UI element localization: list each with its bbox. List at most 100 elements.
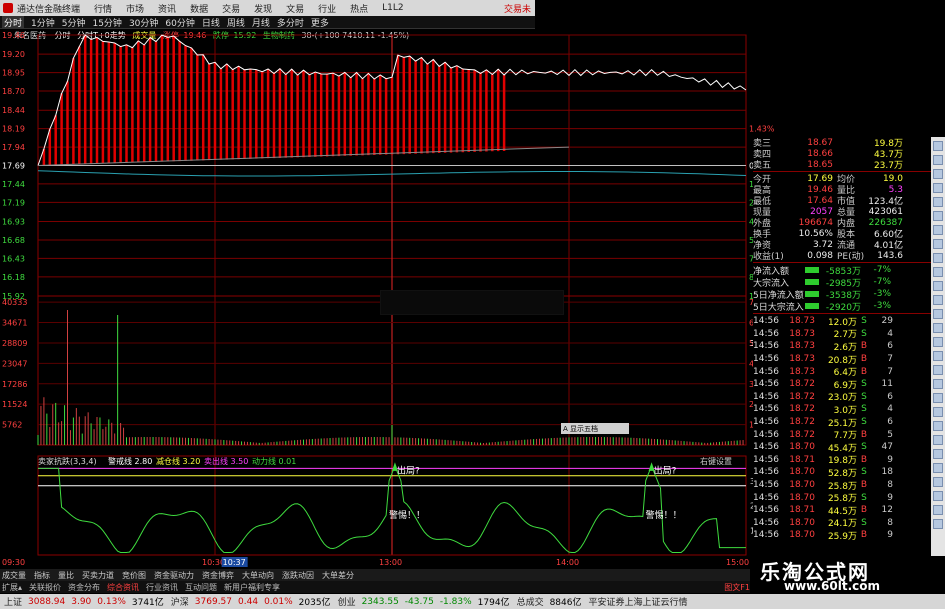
tick-volume: 12.0万 [827, 317, 857, 328]
tab-welfare[interactable]: 新用户福利专享 [224, 582, 280, 593]
tab-industry-news[interactable]: 行业资讯 [146, 582, 178, 593]
flow-pct: -3% [873, 301, 891, 311]
tab-indicator[interactable]: 指标 [34, 570, 50, 581]
tool-icon[interactable] [933, 183, 943, 193]
index-hs-name[interactable]: 沪深 [171, 595, 189, 608]
tool-icon[interactable] [933, 225, 943, 235]
fund-flows: 净流入额 -5853万 -7% 大宗流入 -2985万 -7% 5日净流入额 -3538万 -3… [753, 264, 931, 313]
five-level-popup[interactable]: A 显示五档 [561, 423, 629, 434]
tick-time: 14:56 [753, 379, 779, 390]
tab-buy-sell-force[interactable]: 买卖力道 [82, 570, 114, 581]
tab-news[interactable]: 综合资讯 [107, 582, 139, 593]
tick-row[interactable]: 14:56 18.70 25.9万 B 9 [753, 529, 931, 542]
tab-fund-drive[interactable]: 资金驱动力 [154, 570, 194, 581]
tick-count: 4 [887, 404, 893, 415]
warn-annotation: 警惕！！ [646, 509, 682, 521]
tab-related-quote[interactable]: 关联报价 [29, 582, 61, 593]
indicator-settings: 右键设置 [700, 456, 732, 466]
tool-icon[interactable] [933, 463, 943, 473]
tick-price: 18.72 [789, 429, 815, 440]
volume-axis-label: 34671 [2, 319, 27, 328]
tick-row[interactable]: 14:56 18.73 20.8万 B 7 [753, 353, 931, 366]
tab-volume-ratio[interactable]: 量比 [58, 570, 74, 581]
tab-change-cause[interactable]: 涨跌动因 [282, 570, 314, 581]
index-sh-pct: 0.13% [97, 596, 126, 607]
tool-icon[interactable] [933, 197, 943, 207]
tick-row[interactable]: 14:56 18.70 52.8万 S 18 [753, 466, 931, 479]
tool-icon[interactable] [933, 491, 943, 501]
tool-icon[interactable] [933, 407, 943, 417]
tool-icon[interactable] [933, 281, 943, 291]
tick-row[interactable]: 14:56 18.70 24.1万 S 8 [753, 517, 931, 530]
tick-row[interactable]: 14:56 18.72 25.1万 S 6 [753, 416, 931, 429]
tick-row[interactable]: 14:56 18.73 6.4万 B 7 [753, 365, 931, 379]
tool-icon[interactable] [933, 393, 943, 403]
tick-row[interactable]: 14:56 18.73 2.7万 S 4 [753, 328, 931, 341]
tick-count: 11 [881, 379, 893, 390]
tab-fund-game[interactable]: 资金博弈 [202, 570, 234, 581]
tick-row[interactable]: 14:56 18.72 7.7万 B 5 [753, 428, 931, 442]
tick-side: B [860, 480, 868, 491]
tool-icon[interactable] [933, 309, 943, 319]
tick-row[interactable]: 14:56 18.70 25.8万 S 9 [753, 491, 931, 505]
tool-icon[interactable] [933, 239, 943, 249]
tick-time: 14:56 [753, 404, 779, 415]
tool-icon[interactable] [933, 141, 943, 151]
tab-big-order[interactable]: 大单动向 [242, 570, 274, 581]
order-row[interactable]: 卖五 18.65 23.7万 [753, 159, 931, 172]
price-axis-label: 17.69 [2, 162, 25, 171]
tab-qa[interactable]: 互动问题 [185, 582, 217, 593]
tool-icon[interactable] [933, 435, 943, 445]
tool-icon[interactable] [933, 295, 943, 305]
tool-icon[interactable] [933, 169, 943, 179]
tab-fund-dist[interactable]: 资金分布 [68, 582, 100, 593]
tab-expand[interactable]: 扩展▴ [2, 582, 22, 593]
tab-auction[interactable]: 竞价图 [122, 570, 146, 581]
tick-row[interactable]: 14:56 18.71 19.8万 B 9 [753, 454, 931, 467]
tick-row[interactable]: 14:56 18.71 44.5万 B 12 [753, 504, 931, 517]
tick-side: S [861, 517, 867, 528]
tick-side: B [860, 505, 868, 516]
tick-row[interactable]: 14:56 18.72 6.9万 S 11 [753, 378, 931, 391]
tool-icon[interactable] [933, 351, 943, 361]
flow-label: 5日大宗流入 [753, 302, 804, 313]
tab-big-order-diff[interactable]: 大单差分 [322, 570, 354, 581]
tool-icon[interactable] [933, 211, 943, 221]
tool-icon[interactable] [933, 337, 943, 347]
index-cy-name[interactable]: 创业 [338, 595, 356, 608]
tool-icon[interactable] [933, 505, 943, 515]
price-axis-label: 19.20 [2, 50, 25, 59]
tool-icon[interactable] [933, 449, 943, 459]
tool-icon[interactable] [933, 477, 943, 487]
volume-axis-label: 23047 [2, 359, 27, 368]
tick-count: 47 [881, 442, 893, 453]
tick-row[interactable]: 14:56 18.70 25.8万 B 8 [753, 479, 931, 492]
tick-price: 18.72 [789, 391, 815, 402]
tool-icon[interactable] [933, 323, 943, 333]
tab-volume[interactable]: 成交量 [2, 570, 26, 581]
tool-icon[interactable] [933, 253, 943, 263]
out-annotation: 出局? [397, 464, 420, 476]
tool-icon[interactable] [933, 421, 943, 431]
tool-icon[interactable] [933, 365, 943, 375]
indicator-legend: 动力线 0.01 [252, 456, 296, 466]
tick-side: S [861, 442, 867, 453]
tick-row[interactable]: 14:56 18.72 3.0万 S 4 [753, 403, 931, 416]
status-note: 平安证券上海上证云行情 [588, 598, 688, 608]
watermark: 乐淘公式网 www.60lt.com [750, 556, 945, 594]
flow-pct: -7% [873, 277, 891, 287]
tool-icon[interactable] [933, 379, 943, 389]
tick-row[interactable]: 14:56 18.73 12.0万 S 29 [753, 315, 931, 328]
tool-icon[interactable] [933, 267, 943, 277]
tick-row[interactable]: 14:56 18.72 23.0万 S 6 [753, 391, 931, 404]
tick-row[interactable]: 14:56 18.70 45.4万 S 47 [753, 441, 931, 454]
tick-list: 14:56 18.73 12.0万 S 29 14:56 18.73 2.7万 S 4 14:56 1… [753, 315, 931, 542]
tick-row[interactable]: 14:56 18.73 2.6万 B 6 [753, 340, 931, 353]
tick-price: 18.70 [789, 530, 815, 541]
tool-icon[interactable] [933, 155, 943, 165]
tool-icon[interactable] [933, 519, 943, 529]
overlay-box [380, 290, 564, 315]
tick-count: 18 [881, 467, 893, 478]
index-sh-name[interactable]: 上证 [4, 595, 22, 608]
time-axis-label: 10:30 [202, 558, 225, 567]
